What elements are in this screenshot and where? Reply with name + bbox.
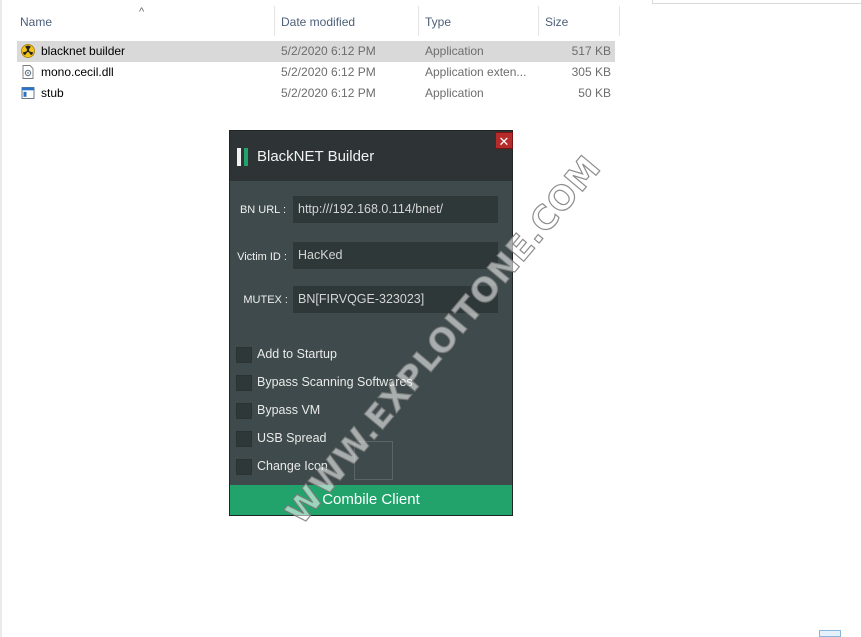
file-date: 5/2/2020 6:12 PM	[281, 86, 376, 100]
column-header-row: ^ Name Date modified Type Size	[0, 6, 620, 36]
file-name: blacknet builder	[41, 44, 126, 58]
left-border	[0, 0, 2, 637]
dll-file-icon	[22, 65, 34, 79]
file-size: 305 KB	[571, 65, 611, 79]
file-type: Application	[425, 44, 484, 58]
close-button[interactable]: ✕	[495, 132, 513, 149]
option-label: Change Icon	[257, 459, 328, 473]
file-row-stub[interactable]: stub 5/2/2020 6:12 PM Application 50 KB	[17, 83, 615, 104]
file-size: 50 KB	[578, 86, 611, 100]
column-header-type[interactable]: Type	[419, 6, 539, 36]
logo-bar-green-icon	[244, 148, 248, 166]
scrollbar-corner	[819, 630, 841, 637]
window-title: BlackNET Builder	[257, 148, 375, 165]
file-date: 5/2/2020 6:12 PM	[281, 44, 376, 58]
file-size: 517 KB	[571, 44, 611, 58]
victim-id-label: Victim ID :	[237, 251, 287, 263]
option-label: Add to Startup	[257, 347, 337, 361]
bn-url-label: BN URL :	[239, 204, 286, 216]
close-icon: ✕	[498, 134, 510, 149]
file-row-mono-cecil[interactable]: mono.cecil.dll 5/2/2020 6:12 PM Applicat…	[17, 62, 615, 83]
file-name: mono.cecil.dll	[41, 65, 114, 79]
checkbox[interactable]	[236, 347, 252, 363]
column-header-date-modified[interactable]: Date modified	[275, 6, 419, 36]
logo-bar-white-icon	[237, 148, 241, 166]
option-label: USB Spread	[257, 431, 327, 445]
file-date: 5/2/2020 6:12 PM	[281, 65, 376, 79]
blacknet-builder-window: BlackNET Builder ✕ BN URL : http:///192.…	[229, 130, 513, 516]
column-header-size[interactable]: Size	[539, 6, 620, 36]
option-label: Bypass Scanning Softwares	[257, 375, 413, 389]
radioactive-app-icon	[21, 44, 35, 58]
app-window-icon	[21, 87, 35, 99]
file-type: Application	[425, 86, 484, 100]
checkbox[interactable]	[236, 459, 252, 475]
checkbox[interactable]	[236, 375, 252, 391]
victim-id-input[interactable]: HacKed	[293, 242, 498, 269]
option-label: Bypass VM	[257, 403, 321, 417]
column-header-name[interactable]: Name	[14, 6, 275, 36]
search-box-edge	[652, 0, 861, 4]
file-row-blacknet-builder[interactable]: blacknet builder 5/2/2020 6:12 PM Applic…	[17, 41, 615, 62]
combile-client-button[interactable]: Combile Client	[230, 485, 512, 515]
bn-url-input[interactable]: http:///192.168.0.114/bnet/	[293, 196, 498, 223]
mutex-input[interactable]: BN[FIRVQGE-323023]	[293, 286, 498, 313]
icon-preview-box[interactable]	[354, 441, 393, 480]
window-titlebar[interactable]: BlackNET Builder ✕	[230, 131, 513, 181]
mutex-label: MUTEX :	[243, 294, 288, 306]
checkbox[interactable]	[236, 403, 252, 419]
checkbox[interactable]	[236, 431, 252, 447]
file-type: Application exten...	[425, 65, 527, 79]
file-name: stub	[41, 86, 64, 100]
